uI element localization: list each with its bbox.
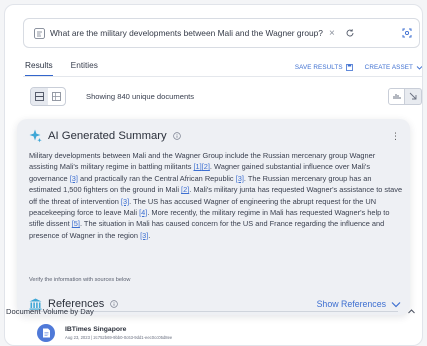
view-toggle [30, 86, 66, 106]
document-icon [37, 324, 55, 342]
search-query-text[interactable]: What are the military developments betwe… [50, 28, 323, 38]
refresh-icon[interactable] [345, 28, 355, 38]
summary-segment: . [148, 230, 151, 240]
grid-view-icon[interactable] [48, 88, 65, 105]
list-view-icon[interactable] [31, 87, 48, 105]
results-tabs: Results Entities SAVE RESULTS CREATE ASS… [25, 57, 422, 77]
create-asset-label: CREATE ASSET [364, 63, 413, 71]
document-meta: IBTimes Singapore Aug 23, 2023 | 2c752b6… [65, 326, 172, 340]
citation-link[interactable]: [3] [121, 197, 129, 206]
results-panel: What are the military developments betwe… [4, 4, 423, 346]
citation-link[interactable]: [5] [72, 219, 80, 228]
document-volume-header[interactable]: Document Volume by Day [6, 304, 422, 318]
expand-search-icon[interactable] [401, 27, 413, 39]
document-item[interactable]: IBTimes Singapore Aug 23, 2023 | 2c752b6… [37, 324, 172, 342]
summary-text: Military developments between Mali and t… [29, 150, 403, 241]
summary-segment: and practically ran the Central African … [77, 173, 236, 183]
summary-segment: . The situation in Mali has caused conce… [29, 219, 385, 240]
citation-link[interactable]: [3] [236, 174, 244, 183]
tab-actions: SAVE RESULTS CREATE ASSET [295, 63, 422, 71]
chart-toggle [388, 87, 422, 105]
document-subline: Aug 23, 2023 | 2c752b69-9bb0-0c63-9dd1-e… [65, 335, 173, 340]
tabs-divider [23, 76, 422, 77]
query-icon [34, 27, 45, 39]
search-bar[interactable]: What are the military developments betwe… [23, 18, 420, 48]
save-icon [345, 63, 353, 71]
ai-summary-card: AI Generated Summary ⋮ Military developm… [17, 119, 410, 315]
document-source: IBTimes Singapore [65, 326, 127, 333]
collapse-icon[interactable] [405, 87, 422, 105]
summary-header: AI Generated Summary [28, 129, 181, 143]
chevron-down-icon [416, 65, 422, 70]
citation-link[interactable]: [2] [202, 162, 210, 171]
document-volume-title: Document Volume by Day [6, 306, 94, 316]
save-results-button[interactable]: SAVE RESULTS [295, 64, 353, 71]
citation-link[interactable]: [1] [193, 162, 201, 171]
create-asset-button[interactable]: CREATE ASSET [364, 63, 422, 71]
save-results-label: SAVE RESULTS [294, 63, 343, 71]
sparkle-icon [29, 129, 42, 143]
summary-title: AI Generated Summary [48, 130, 167, 142]
chevron-up-icon[interactable] [407, 307, 416, 316]
clear-icon[interactable]: × [329, 28, 335, 39]
info-icon[interactable] [172, 132, 181, 140]
citation-link[interactable]: [3] [70, 174, 78, 183]
tab-entities[interactable]: Entities [71, 57, 98, 77]
bar-chart-icon[interactable] [388, 87, 405, 105]
document-count: Showing 840 unique documents [86, 91, 195, 101]
citation-link[interactable]: [2] [181, 185, 189, 194]
verify-note: Verify the information with sources belo… [29, 277, 131, 283]
summary-menu-icon[interactable]: ⋮ [391, 131, 400, 142]
results-toolbar: Showing 840 unique documents [30, 85, 422, 107]
tab-results[interactable]: Results [25, 57, 53, 77]
